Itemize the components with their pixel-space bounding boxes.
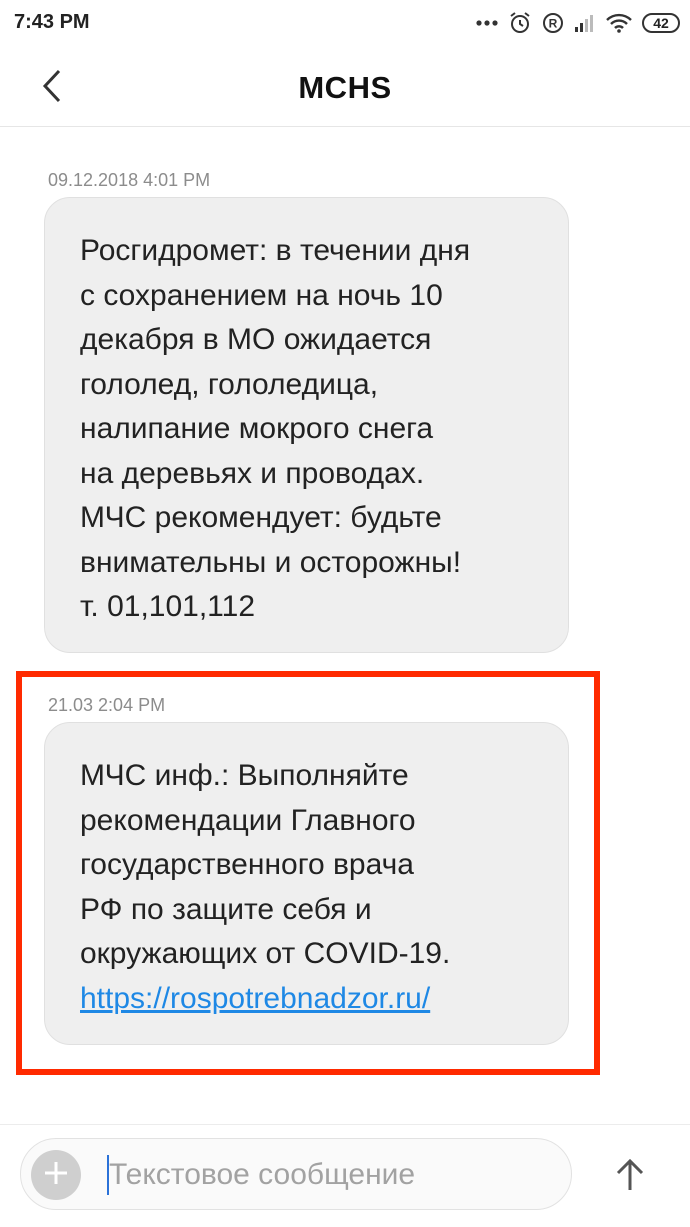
message-bubble[interactable]: МЧС инф.: Выполняйте рекомендации Главно… <box>44 722 569 1045</box>
message-timestamp: 09.12.2018 4:01 PM <box>48 170 211 190</box>
message-bubble[interactable]: Росгидромет: в течении дня с сохранением… <box>44 197 569 653</box>
message-composer <box>0 1124 690 1227</box>
message-text: МЧС инф.: Выполняйте рекомендации Главно… <box>80 759 451 970</box>
wifi-icon <box>606 13 632 33</box>
send-button[interactable] <box>608 1155 652 1199</box>
plus-icon <box>43 1160 69 1191</box>
arrow-up-icon <box>616 1158 644 1197</box>
conversation-header: MCHS <box>0 46 690 127</box>
alarm-icon <box>508 11 532 35</box>
message-text: Росгидромет: в течении дня с сохранением… <box>80 234 471 623</box>
battery-icon: 42 <box>642 13 680 33</box>
attach-button[interactable] <box>31 1150 81 1200</box>
status-time: 7:43 PM <box>14 11 90 33</box>
message-link[interactable]: https://rospotrebnadzor.ru/ <box>80 977 536 1022</box>
status-icons: R 42 <box>476 9 680 37</box>
signal-icon <box>574 13 596 33</box>
status-bar: 7:43 PM R 42 <box>0 0 690 46</box>
page-title: MCHS <box>298 70 392 105</box>
registered-icon: R <box>542 12 564 34</box>
message-timestamp: 21.03 2:04 PM <box>48 695 166 715</box>
more-dots-icon <box>476 19 498 27</box>
input-pill <box>20 1138 572 1210</box>
svg-text:R: R <box>549 17 558 31</box>
message-input[interactable] <box>109 1151 549 1199</box>
